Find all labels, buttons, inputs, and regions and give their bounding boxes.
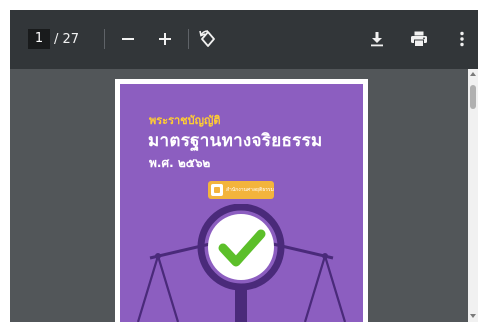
cover-title-main: มาตรฐานทางจริยธรรม (148, 131, 323, 151)
page-indicator: 1 / 27 (28, 29, 79, 49)
more-vert-icon (460, 31, 464, 47)
print-icon (411, 31, 427, 47)
pdf-toolbar: 1 / 27 (10, 10, 478, 69)
scroll-up-arrow-icon[interactable] (470, 72, 476, 76)
more-actions-button[interactable] (450, 27, 474, 51)
download-button[interactable] (365, 27, 389, 51)
pdf-page: พระราชบัญญัติ มาตรฐานทางจริยธรรม พ.ศ. ๒๕… (115, 79, 368, 322)
print-button[interactable] (407, 27, 431, 51)
document-area[interactable]: พระราชบัญญัติ มาตรฐานทางจริยธรรม พ.ศ. ๒๕… (10, 69, 478, 322)
page-total: / 27 (54, 31, 80, 47)
toolbar-divider (188, 29, 189, 49)
download-icon (371, 32, 383, 47)
document-cover: พระราชบัญญัติ มาตรฐานทางจริยธรรม พ.ศ. ๒๕… (120, 84, 363, 322)
plus-icon (159, 33, 171, 45)
scroll-down-arrow-icon[interactable] (470, 314, 476, 318)
pdf-viewer: 1 / 27 พระราชบัญญัติ มาตรฐานทางจริยธรรม … (10, 10, 478, 322)
toolbar-divider (104, 29, 105, 49)
vertical-scrollbar[interactable] (468, 69, 478, 322)
minus-icon (122, 38, 134, 40)
scale-check-illustration (136, 204, 347, 322)
page-number-input[interactable]: 1 (28, 29, 50, 49)
court-logo-badge: สำนักงานศาลยุติธรรม (208, 181, 274, 199)
rotate-button[interactable] (196, 27, 220, 51)
zoom-in-button[interactable] (153, 27, 177, 51)
scroll-thumb[interactable] (470, 85, 476, 109)
zoom-out-button[interactable] (116, 27, 140, 51)
court-emblem-icon (211, 184, 223, 196)
logo-text: สำนักงานศาลยุติธรรม (226, 187, 274, 193)
cover-title-year: พ.ศ. ๒๕๖๒ (149, 156, 211, 170)
rotate-counterclockwise-icon (199, 30, 215, 47)
